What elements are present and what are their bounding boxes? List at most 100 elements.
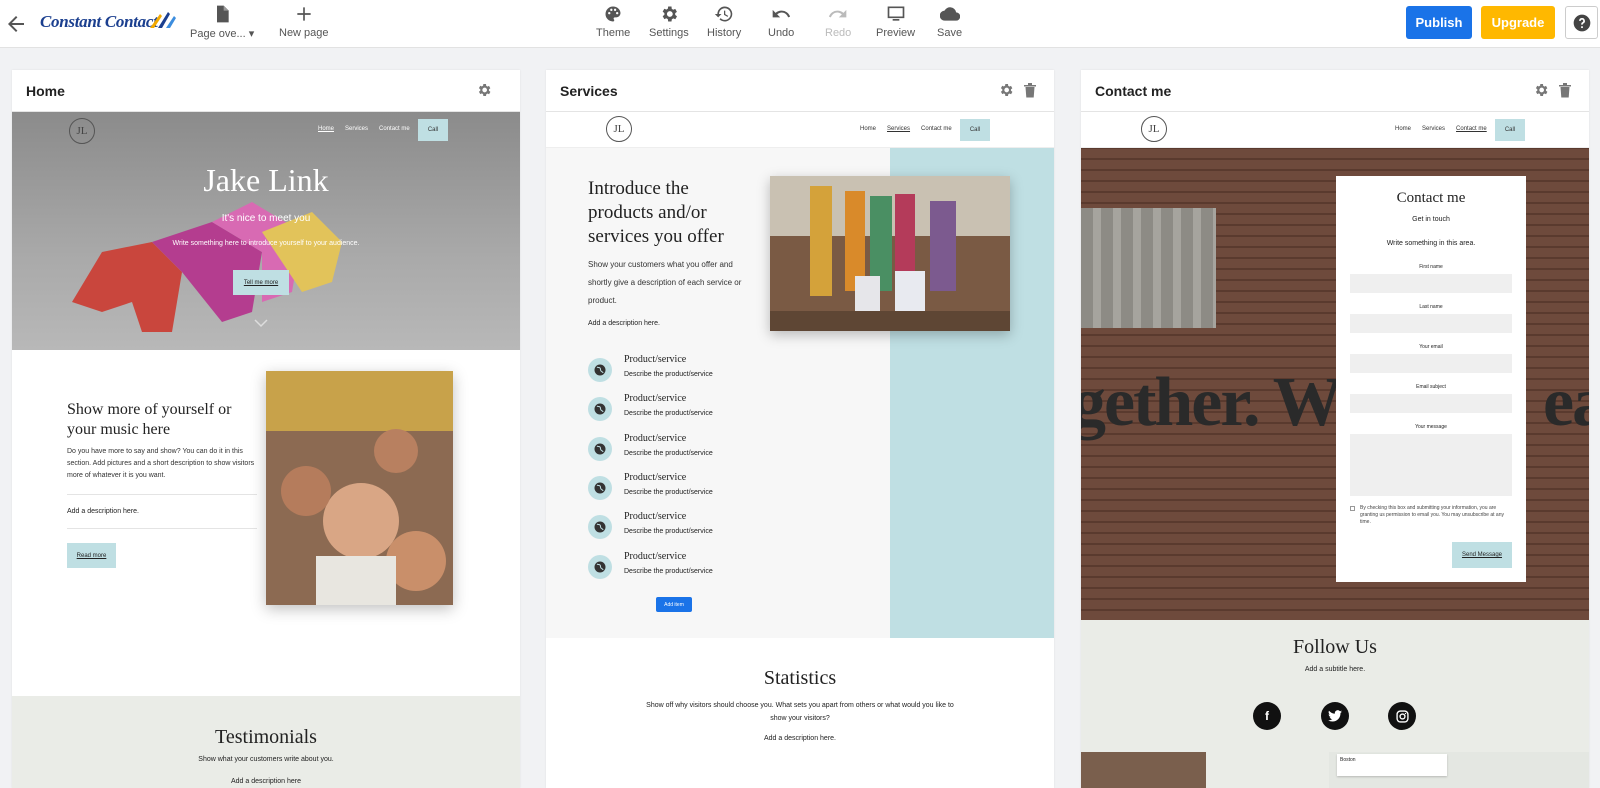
call-button[interactable]: Call [418,119,448,141]
services-header-bar: JL Home Services Contact me Call [546,112,1054,148]
follow-us-section: Follow Us Add a subtitle here. f Boston [1081,620,1589,788]
save-button[interactable]: Save [937,4,962,39]
nav-home[interactable]: Home [318,126,334,132]
cloud-icon [939,7,960,21]
theme-button[interactable]: Theme [596,4,630,39]
graffiti-text-end: ea [1543,364,1589,441]
subject-label: Email subject [1416,384,1446,390]
hero-text: Write something here to introduce yourse… [172,240,360,247]
statistics-title: Statistics [763,667,837,689]
gear-icon[interactable] [998,82,1014,98]
product-title: Product/service [624,354,687,365]
twitter-icon[interactable] [1321,702,1349,730]
upgrade-button[interactable]: Upgrade [1481,6,1555,39]
gear-icon [662,6,677,22]
nav-home[interactable]: Home [860,126,876,132]
call-button[interactable]: Call [960,119,990,141]
children-photo-image [266,371,453,605]
preview-label: Preview [876,27,916,39]
contact-form: Contact me Get in touch Write something … [1336,176,1526,582]
subject-input[interactable] [1350,394,1512,413]
publish-button[interactable]: Publish [1406,6,1472,39]
services-card-title: Services [560,83,618,99]
jl-logo[interactable]: JL [606,116,632,142]
theme-label: Theme [596,27,631,39]
map-widget[interactable]: Boston [1329,752,1589,788]
history-icon [714,6,733,22]
product-desc: Describe the product/service [624,568,713,575]
page-overview-dropdown[interactable]: Page ove... ▾ [190,4,254,40]
product-title: Product/service [624,551,687,562]
services-nav: Home Services Contact me [860,126,952,132]
new-page-label: New page [279,27,329,39]
instagram-icon[interactable] [1388,702,1416,730]
jl-logo[interactable]: JL [69,118,95,144]
gear-icon[interactable] [1533,82,1549,98]
tell-me-more-button[interactable]: Tell me more [233,270,289,295]
message-textarea[interactable] [1350,434,1512,496]
help-button[interactable] [1565,6,1598,39]
help-icon [1573,14,1590,31]
services-page-card[interactable]: Services JL Home Services Contact me Cal… [546,70,1054,788]
product-title: Product/service [624,472,687,483]
add-item-button[interactable]: Add item [656,597,692,612]
divider [67,528,257,529]
read-more-button[interactable]: Read more [67,543,116,568]
redo-button[interactable]: Redo [825,4,851,39]
back-arrow-icon[interactable] [4,12,28,36]
send-message-button[interactable]: Send Message [1452,542,1512,568]
consent-checkbox[interactable] [1350,506,1355,511]
save-label: Save [937,27,963,39]
call-button[interactable]: Call [1495,119,1525,141]
contact-page-card[interactable]: Contact me JL Home Services Contact me C… [1081,70,1589,788]
first-name-input[interactable] [1350,274,1512,293]
divider [67,494,257,495]
home-hero-section: JL Home Services Contact me Call Jake Li… [12,112,520,350]
undo-button[interactable]: Undo [768,4,794,39]
constant-contact-logo: Constant Contact [40,12,158,31]
facebook-icon[interactable]: f [1253,702,1281,730]
undo-icon [772,9,791,18]
settings-button[interactable]: Settings [649,4,689,39]
product-title: Product/service [624,433,687,444]
email-input[interactable] [1350,354,1512,373]
trash-icon[interactable] [1023,82,1037,98]
jl-logo[interactable]: JL [1141,116,1167,142]
top-toolbar: Constant Contact Page ove... ▾ New page … [0,0,1600,48]
services-card-header: Services [546,70,1054,112]
footer-photo-image [1081,752,1206,788]
globe-icon [588,555,612,579]
graffiti-text: gether. W [1081,364,1343,441]
nav-services[interactable]: Services [887,126,910,132]
chevron-down-icon[interactable] [254,318,268,328]
redo-icon [829,9,847,18]
globe-icon [588,476,612,500]
message-label: Your message [1415,424,1447,430]
monitor-icon [887,6,904,21]
home-card-header: Home [12,70,520,112]
nav-services[interactable]: Services [345,126,368,132]
shutter-window [1081,208,1216,328]
nav-home[interactable]: Home [1395,126,1411,132]
first-name-label: First name [1419,264,1443,270]
globe-icon [588,437,612,461]
nav-contact[interactable]: Contact me [379,126,410,132]
last-name-label: Last name [1419,304,1443,310]
map-label: Boston [1337,754,1447,776]
hero-title: Jake Link [203,162,329,198]
gear-icon[interactable] [476,82,492,98]
history-button[interactable]: History [707,4,741,39]
redo-label: Redo [825,27,852,39]
contact-nav: Home Services Contact me [1395,126,1487,132]
nav-services[interactable]: Services [1422,126,1445,132]
trash-icon[interactable] [1558,82,1572,98]
services-desc: Add a description here. [588,320,660,327]
nav-contact[interactable]: Contact me [921,126,952,132]
preview-button[interactable]: Preview [876,4,915,39]
people-market-photo-image [770,176,1010,331]
nav-contact[interactable]: Contact me [1456,126,1487,132]
last-name-input[interactable] [1350,314,1512,333]
home-page-card[interactable]: Home JL Home Services Contact me Call Ja… [12,70,520,788]
new-page-button[interactable]: New page [279,4,329,39]
product-title: Product/service [624,393,687,404]
